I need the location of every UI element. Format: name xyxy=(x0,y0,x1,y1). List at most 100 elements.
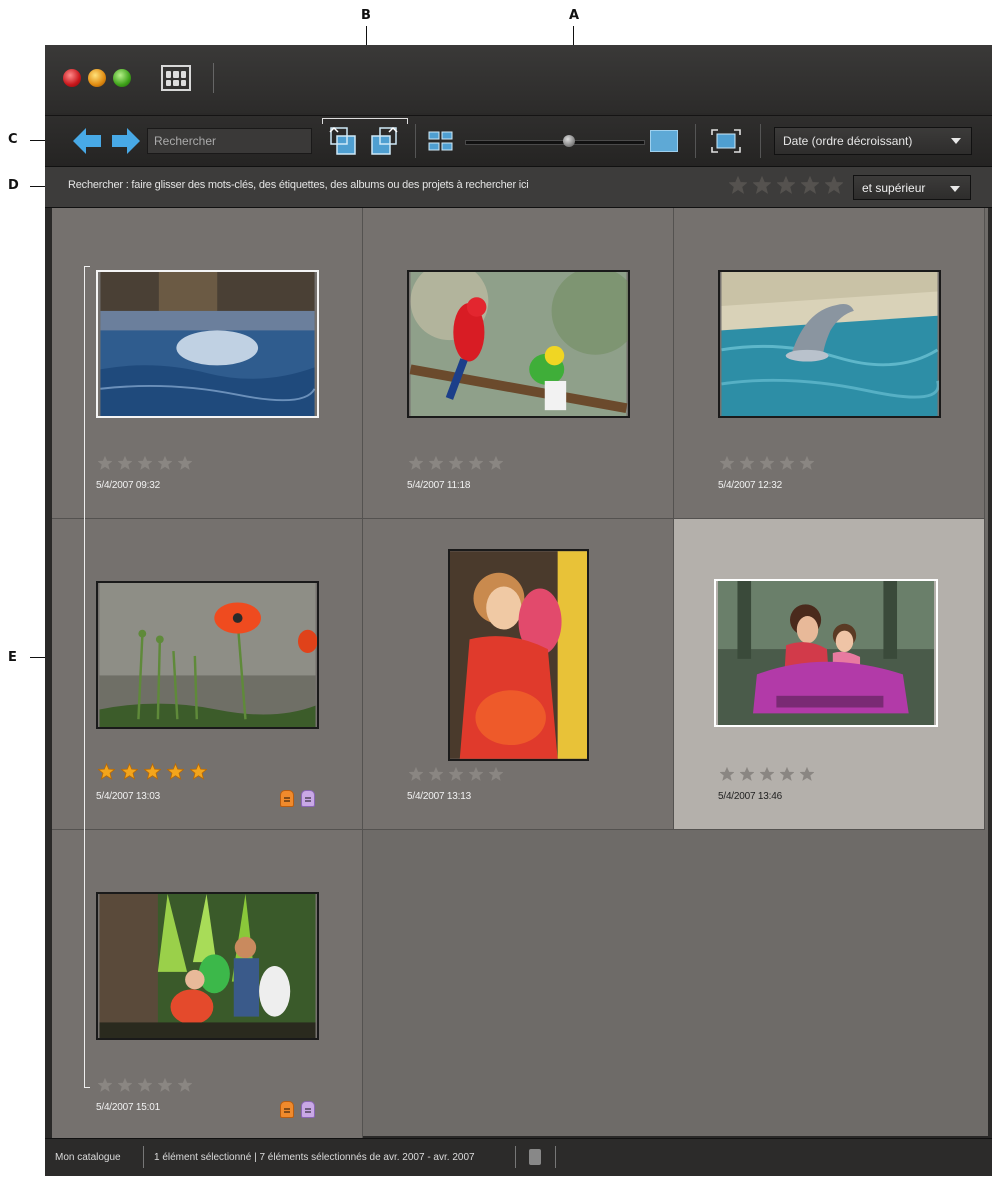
chevron-down-icon xyxy=(951,138,961,144)
photo-cell[interactable]: 5/4/2007 13:13 xyxy=(363,519,674,830)
back-arrow-icon[interactable] xyxy=(73,128,101,154)
selection-summary: 1 élément sélectionné | 7 éléments sélec… xyxy=(154,1152,475,1163)
star-filled-icon[interactable] xyxy=(98,763,115,780)
star-filled-icon[interactable] xyxy=(121,763,138,780)
thumbnail-size-slider[interactable] xyxy=(465,135,645,147)
photo-date: 5/4/2007 13:46 xyxy=(718,791,782,802)
toolbar-divider xyxy=(415,124,416,158)
callout-d: D xyxy=(8,178,19,193)
zoom-window-button[interactable] xyxy=(113,69,131,87)
photo-cell[interactable]: 5/4/2007 09:32 xyxy=(52,208,363,519)
rating-stars[interactable] xyxy=(98,763,213,780)
search-drop-hint: Rechercher : faire glisser des mots-clés… xyxy=(68,179,529,191)
photo-thumbnail[interactable] xyxy=(718,270,941,418)
rating-stars[interactable] xyxy=(409,767,509,783)
star-empty-icon[interactable] xyxy=(800,767,814,781)
star-empty-icon[interactable] xyxy=(98,456,112,470)
star-empty-icon[interactable] xyxy=(489,767,503,781)
star-empty-icon[interactable] xyxy=(178,456,192,470)
star-empty-icon[interactable] xyxy=(760,767,774,781)
photo-date: 5/4/2007 13:13 xyxy=(407,791,471,802)
photo-thumbnail[interactable] xyxy=(714,579,938,727)
photo-thumbnail[interactable] xyxy=(448,549,589,761)
rating-filter-stars[interactable] xyxy=(729,176,849,196)
photo-cell[interactable]: 5/4/2007 11:18 xyxy=(363,208,674,519)
rating-stars[interactable] xyxy=(98,456,198,472)
star-empty-icon[interactable] xyxy=(740,767,754,781)
sort-order-select[interactable]: Date (ordre décroissant) xyxy=(774,127,972,155)
rating-stars[interactable] xyxy=(720,456,820,472)
filter-star-icon[interactable] xyxy=(753,176,771,194)
fullscreen-icon[interactable] xyxy=(710,128,742,154)
photo-cell[interactable]: 5/4/2007 13:03 xyxy=(52,519,363,830)
star-empty-icon[interactable] xyxy=(98,1078,112,1092)
app-window: Date (ordre décroissant) Rechercher : fa… xyxy=(45,45,992,1176)
star-empty-icon[interactable] xyxy=(409,456,423,470)
star-empty-icon[interactable] xyxy=(118,456,132,470)
search-input[interactable] xyxy=(147,128,312,154)
file-status-icon[interactable] xyxy=(529,1149,541,1165)
star-empty-icon[interactable] xyxy=(760,456,774,470)
star-empty-icon[interactable] xyxy=(720,456,734,470)
status-divider xyxy=(143,1146,144,1168)
photo-date: 5/4/2007 13:03 xyxy=(96,791,160,802)
rating-operator-select[interactable]: et supérieur xyxy=(853,175,971,200)
toolbar-divider xyxy=(695,124,696,158)
callout-c: C xyxy=(8,132,18,147)
purple-tag-icon xyxy=(301,790,315,807)
star-empty-icon[interactable] xyxy=(138,456,152,470)
photo-cell[interactable]: 5/4/2007 12:32 xyxy=(674,208,985,519)
star-empty-icon[interactable] xyxy=(780,767,794,781)
star-empty-icon[interactable] xyxy=(469,456,483,470)
rating-stars[interactable] xyxy=(98,1078,198,1094)
star-empty-icon[interactable] xyxy=(178,1078,192,1092)
star-empty-icon[interactable] xyxy=(158,1078,172,1092)
star-empty-icon[interactable] xyxy=(469,767,483,781)
photo-thumbnail[interactable] xyxy=(96,270,319,418)
callout-e-bracket xyxy=(84,266,90,1088)
close-window-button[interactable] xyxy=(63,69,81,87)
catalog-name[interactable]: Mon catalogue xyxy=(55,1152,121,1163)
forward-arrow-icon[interactable] xyxy=(112,128,140,154)
grid-view-icon[interactable] xyxy=(428,131,454,151)
filter-star-icon[interactable] xyxy=(729,176,747,194)
star-empty-icon[interactable] xyxy=(489,456,503,470)
organizer-grid-icon[interactable] xyxy=(161,65,191,91)
star-empty-icon[interactable] xyxy=(740,456,754,470)
star-empty-icon[interactable] xyxy=(449,456,463,470)
star-empty-icon[interactable] xyxy=(429,456,443,470)
minimize-window-button[interactable] xyxy=(88,69,106,87)
rotate-left-button[interactable] xyxy=(328,124,358,156)
status-divider xyxy=(555,1146,556,1168)
slider-thumb[interactable] xyxy=(563,135,576,147)
photo-date: 5/4/2007 11:18 xyxy=(407,480,471,491)
star-filled-icon[interactable] xyxy=(167,763,184,780)
star-empty-icon[interactable] xyxy=(409,767,423,781)
photo-cell-selected[interactable]: 5/4/2007 13:46 xyxy=(674,519,985,830)
star-empty-icon[interactable] xyxy=(158,456,172,470)
star-empty-icon[interactable] xyxy=(449,767,463,781)
title-bar xyxy=(45,45,992,113)
photo-thumbnail[interactable] xyxy=(96,581,319,729)
photo-cell[interactable]: 5/4/2007 15:01 xyxy=(52,830,363,1141)
star-filled-icon[interactable] xyxy=(190,763,207,780)
single-photo-view-icon[interactable] xyxy=(650,130,678,152)
rating-stars[interactable] xyxy=(720,767,820,783)
rotate-right-button[interactable] xyxy=(369,124,399,156)
status-bar: Mon catalogue 1 élément sélectionné | 7 … xyxy=(45,1138,992,1176)
star-empty-icon[interactable] xyxy=(720,767,734,781)
toolbar: Date (ordre décroissant) xyxy=(45,115,992,166)
filter-star-icon[interactable] xyxy=(825,176,843,194)
star-filled-icon[interactable] xyxy=(144,763,161,780)
star-empty-icon[interactable] xyxy=(800,456,814,470)
star-empty-icon[interactable] xyxy=(118,1078,132,1092)
star-empty-icon[interactable] xyxy=(780,456,794,470)
star-empty-icon[interactable] xyxy=(429,767,443,781)
star-empty-icon[interactable] xyxy=(138,1078,152,1092)
photo-thumbnail[interactable] xyxy=(96,892,319,1040)
photo-thumbnail[interactable] xyxy=(407,270,630,418)
filter-star-icon[interactable] xyxy=(777,176,795,194)
status-divider xyxy=(515,1146,516,1168)
filter-star-icon[interactable] xyxy=(801,176,819,194)
rating-stars[interactable] xyxy=(409,456,509,472)
